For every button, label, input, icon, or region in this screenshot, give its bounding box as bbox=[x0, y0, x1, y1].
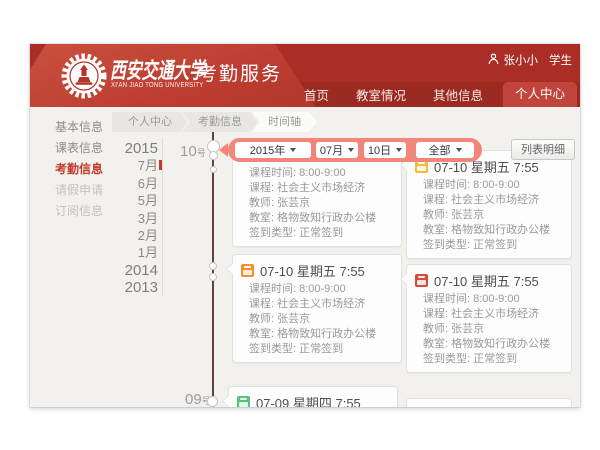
calendar-icon bbox=[415, 274, 428, 287]
timeline-node[interactable] bbox=[210, 166, 217, 173]
breadcrumb-timeline[interactable]: 时间轴 bbox=[252, 112, 317, 132]
chevron-down-icon bbox=[396, 148, 402, 152]
card-row: 教室: 格物致知行政办公楼 bbox=[407, 223, 571, 238]
card-row: 课程: 社会主义市场经济 bbox=[407, 193, 571, 208]
card-date-title: 07-09 星期四 7:55 bbox=[256, 393, 361, 407]
filter-bar: 2015年 07月 10日 全部 bbox=[228, 138, 482, 162]
nav-item-home[interactable]: 首页 bbox=[304, 85, 329, 104]
breadcrumb: 个人中心 考勤信息 时间轴 bbox=[112, 112, 317, 132]
card-row: 课程时间: 8:00-9:00 bbox=[407, 178, 571, 193]
card-row: 课程时间: 8:00-9:00 bbox=[233, 282, 401, 297]
card-row: 课程时间: 8:00-9:00 bbox=[233, 166, 401, 181]
chevron-down-icon bbox=[456, 148, 462, 152]
timeline-node[interactable] bbox=[209, 262, 217, 270]
card-row: 教师: 张芸京 bbox=[407, 208, 571, 223]
user-name: 张小小 bbox=[504, 52, 539, 68]
user-role: 学生 bbox=[549, 52, 572, 68]
card-row: 教室: 格物致知行政办公楼 bbox=[233, 327, 401, 342]
main-nav: 首页 教室情况 其他信息 个人中心 bbox=[277, 82, 577, 107]
calendar-icon bbox=[237, 396, 250, 407]
breadcrumb-personal-center[interactable]: 个人中心 bbox=[112, 112, 188, 132]
month-item[interactable]: 6月 bbox=[88, 175, 158, 192]
year-dropdown-value: 2015年 bbox=[250, 142, 285, 158]
card-row: 教师: 张芸京 bbox=[407, 322, 571, 337]
timeline-year-list: 2015 7月 6月 5月 3月 2月 1月 2014 2013 bbox=[88, 140, 158, 297]
month-item[interactable]: 5月 bbox=[88, 192, 158, 209]
month-item[interactable]: 1月 bbox=[88, 244, 158, 261]
timeline-node[interactable] bbox=[209, 151, 218, 160]
attendance-card bbox=[406, 398, 572, 407]
filter-bar-pointer bbox=[219, 143, 228, 157]
card-row: 签到类型: 正常签到 bbox=[407, 352, 571, 367]
timeline-node[interactable] bbox=[209, 273, 217, 281]
type-dropdown-value: 全部 bbox=[429, 142, 451, 158]
card-row: 签到类型: 正常签到 bbox=[233, 342, 401, 357]
card-date-title: 07-10 星期五 7:55 bbox=[434, 271, 539, 290]
attendance-card: 07-10 星期五 7:55 课程时间: 8:00-9:00 课程: 社会主义市… bbox=[406, 264, 572, 373]
month-dropdown[interactable]: 07月 bbox=[316, 142, 358, 158]
attendance-card: 07-10 星期五 7:55 课程时间: 8:00-9:00 课程: 社会主义市… bbox=[232, 254, 402, 363]
card-row: 课程时间: 8:00-9:00 bbox=[407, 292, 571, 307]
user-info[interactable]: 张小小 学生 bbox=[488, 52, 573, 68]
card-row: 课程: 社会主义市场经济 bbox=[233, 297, 401, 312]
calendar-icon bbox=[241, 264, 254, 277]
month-dropdown-value: 07月 bbox=[320, 142, 343, 158]
university-name-cn: 西安交通大学 bbox=[110, 53, 205, 85]
chevron-down-icon bbox=[290, 148, 296, 152]
year-item[interactable]: 2015 bbox=[88, 140, 158, 157]
card-row: 教室: 格物致知行政办公楼 bbox=[407, 337, 571, 352]
list-detail-button[interactable]: 列表明细 bbox=[511, 139, 575, 160]
app-window: 西安交通大学 XI'AN JIAO TONG UNIVERSITY 考勤服务 张… bbox=[30, 44, 580, 407]
day-dropdown-value: 10日 bbox=[368, 142, 391, 158]
timeline-node[interactable] bbox=[207, 396, 218, 407]
attendance-card: 07-10 星期五 7:55 课程时间: 8:00-9:00 课程: 社会主义市… bbox=[406, 150, 572, 259]
card-row: 签到类型: 正常签到 bbox=[233, 226, 401, 241]
year-dropdown[interactable]: 2015年 bbox=[235, 142, 311, 158]
month-item-selected[interactable]: 7月 bbox=[88, 157, 158, 174]
day-dropdown[interactable]: 10日 bbox=[364, 142, 406, 158]
day-marker-10: 10号 bbox=[180, 143, 206, 161]
year-item[interactable]: 2014 bbox=[88, 262, 158, 279]
screen: 西安交通大学 XI'AN JIAO TONG UNIVERSITY 考勤服务 张… bbox=[0, 0, 600, 450]
app-header: 西安交通大学 XI'AN JIAO TONG UNIVERSITY 考勤服务 张… bbox=[30, 44, 580, 107]
university-seal-icon bbox=[61, 53, 107, 99]
breadcrumb-attendance-info[interactable]: 考勤信息 bbox=[182, 112, 258, 132]
card-row: 教师: 张芸京 bbox=[233, 196, 401, 211]
attendance-card: 07-09 星期四 7:55 bbox=[228, 386, 398, 407]
year-item[interactable]: 2013 bbox=[88, 279, 158, 296]
month-item[interactable]: 3月 bbox=[88, 210, 158, 227]
year-list-divider bbox=[162, 138, 163, 296]
card-date-title: 07-10 星期五 7:55 bbox=[260, 261, 365, 280]
card-row: 教师: 张芸京 bbox=[233, 312, 401, 327]
month-item[interactable]: 2月 bbox=[88, 227, 158, 244]
nav-item-classrooms[interactable]: 教室情况 bbox=[356, 85, 406, 104]
nav-item-personal-center[interactable]: 个人中心 bbox=[503, 82, 577, 107]
app-title: 考勤服务 bbox=[198, 59, 282, 86]
user-icon bbox=[488, 53, 499, 68]
chevron-down-icon bbox=[348, 148, 354, 152]
card-row: 课程: 社会主义市场经济 bbox=[233, 181, 401, 196]
card-row: 教室: 格物致知行政办公楼 bbox=[233, 211, 401, 226]
card-row: 课程: 社会主义市场经济 bbox=[407, 307, 571, 322]
current-month-marker bbox=[159, 160, 162, 170]
university-name-en: XI'AN JIAO TONG UNIVERSITY bbox=[111, 82, 204, 89]
nav-item-other-info[interactable]: 其他信息 bbox=[433, 85, 483, 104]
card-row: 签到类型: 正常签到 bbox=[407, 238, 571, 253]
type-dropdown[interactable]: 全部 bbox=[416, 142, 474, 158]
